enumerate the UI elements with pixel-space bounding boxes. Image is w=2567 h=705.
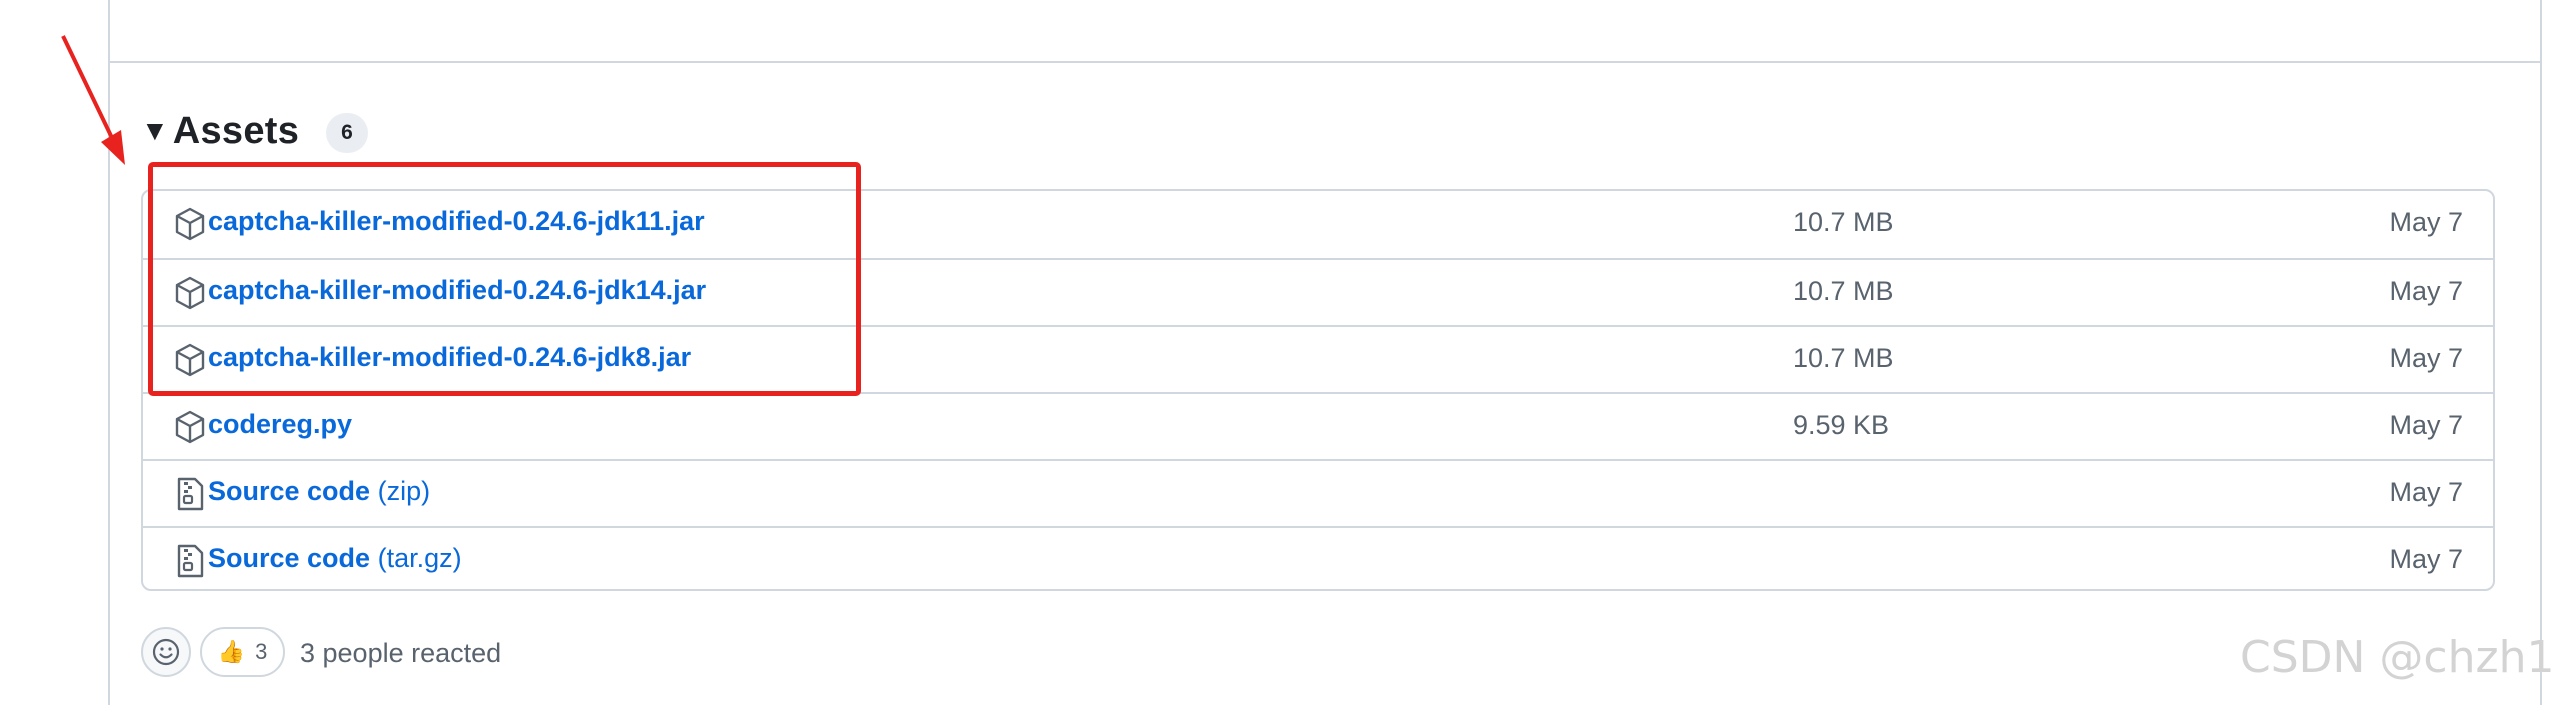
asset-name: captcha-killer-modified-0.24.6-jdk8.jar	[208, 342, 692, 372]
package-icon	[175, 276, 205, 310]
asset-row: Source code (tar.gz) May 7	[143, 526, 2493, 589]
asset-date: May 7	[2389, 410, 2463, 440]
reaction-count: 3	[255, 639, 268, 664]
asset-link[interactable]: captcha-killer-modified-0.24.6-jdk8.jar	[208, 342, 691, 373]
asset-name: captcha-killer-modified-0.24.6-jdk11.jar	[208, 206, 705, 236]
asset-format: (zip)	[377, 476, 431, 506]
asset-row: codereg.py 9.59 KB May 7	[143, 392, 2493, 459]
asset-date: May 7	[2389, 276, 2463, 306]
add-reaction-button[interactable]	[141, 627, 191, 677]
file-zip-icon	[177, 477, 204, 511]
asset-link[interactable]: Source code (zip)	[208, 476, 430, 507]
asset-size: 10.7 MB	[1793, 343, 1894, 373]
smiley-icon	[152, 638, 180, 666]
file-zip-icon	[177, 544, 204, 578]
asset-format: (tar.gz)	[377, 543, 462, 573]
watermark: CSDN @chzh1	[2240, 632, 2555, 683]
card-right-border	[2540, 0, 2542, 705]
assets-title: Assets	[172, 109, 300, 152]
card-left-border	[108, 0, 110, 705]
package-icon	[175, 343, 205, 377]
asset-size: 10.7 MB	[1793, 276, 1894, 306]
asset-date: May 7	[2389, 544, 2463, 574]
asset-row: captcha-killer-modified-0.24.6-jdk8.jar …	[143, 325, 2493, 392]
asset-name: Source code	[208, 543, 371, 573]
asset-row: captcha-killer-modified-0.24.6-jdk11.jar…	[143, 191, 2493, 258]
asset-link[interactable]: captcha-killer-modified-0.24.6-jdk14.jar	[208, 275, 706, 306]
asset-link[interactable]: codereg.py	[208, 409, 352, 440]
package-icon	[175, 410, 205, 444]
asset-date: May 7	[2389, 343, 2463, 373]
card-divider	[108, 61, 2542, 63]
asset-name: Source code	[208, 476, 371, 506]
thumbs-up-reaction[interactable]: 👍 3	[200, 627, 285, 677]
asset-link[interactable]: Source code (tar.gz)	[208, 543, 462, 574]
assets-count-badge: 6	[326, 113, 368, 153]
thumbs-up-icon: 👍	[217, 639, 246, 664]
asset-name: codereg.py	[208, 409, 353, 439]
asset-date: May 7	[2389, 477, 2463, 507]
asset-link[interactable]: captcha-killer-modified-0.24.6-jdk11.jar	[208, 206, 705, 237]
asset-size: 10.7 MB	[1793, 207, 1894, 237]
asset-row: Source code (zip) May 7	[143, 459, 2493, 526]
assets-toggle[interactable]: ▼ Assets	[141, 108, 299, 154]
package-icon	[175, 207, 205, 241]
asset-row: captcha-killer-modified-0.24.6-jdk14.jar…	[143, 258, 2493, 325]
annotation-arrow	[61, 35, 125, 165]
release-page: ▼ Assets 6 captcha-killer-modified-0.24.…	[0, 0, 2567, 705]
asset-name: captcha-killer-modified-0.24.6-jdk14.jar	[208, 275, 707, 305]
asset-list: captcha-killer-modified-0.24.6-jdk11.jar…	[141, 189, 2495, 591]
triangle-down-icon: ▼	[141, 115, 169, 146]
reactions-summary: 3 people reacted	[300, 638, 502, 668]
asset-date: May 7	[2389, 207, 2463, 237]
asset-size: 9.59 KB	[1793, 410, 1890, 440]
